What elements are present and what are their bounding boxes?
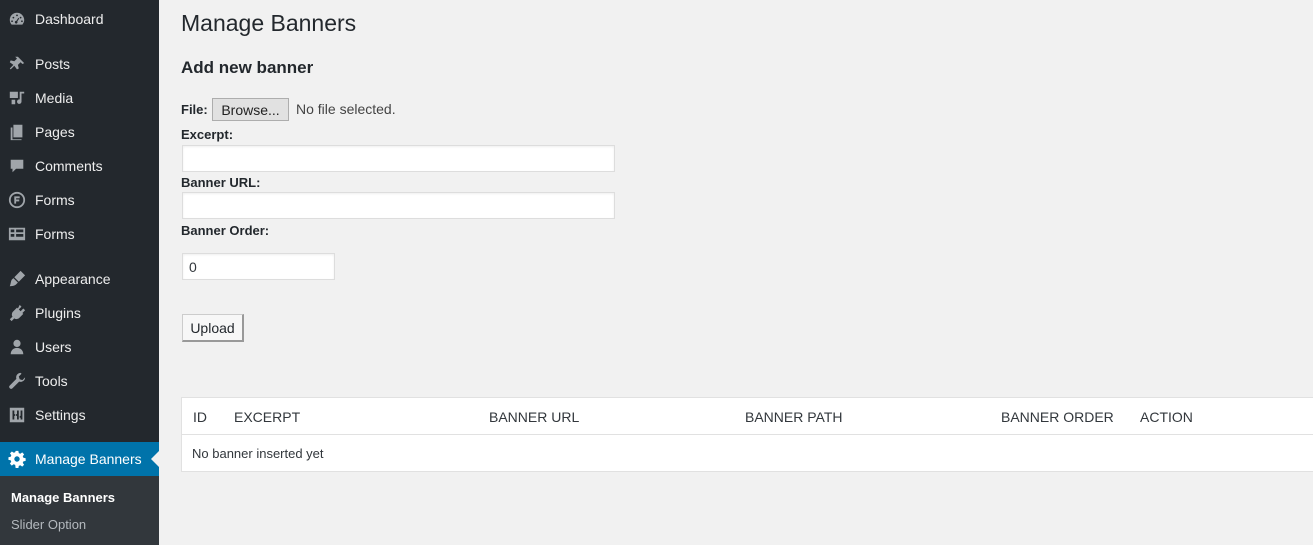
sidebar-item-forms-list[interactable]: Forms	[0, 217, 159, 251]
banner-url-input[interactable]	[182, 192, 615, 219]
sidebar-item-settings[interactable]: Settings	[0, 398, 159, 432]
comment-icon	[7, 156, 27, 176]
excerpt-input[interactable]	[182, 145, 615, 172]
page-title: Manage Banners	[181, 10, 357, 36]
column-header-banner-url: BANNER URL	[489, 409, 580, 425]
sidebar-item-label: Tools	[35, 373, 68, 389]
empty-table-message: No banner inserted yet	[192, 446, 324, 461]
sidebar-item-users[interactable]: Users	[0, 330, 159, 364]
banner-table: ID EXCERPT BANNER URL BANNER PATH BANNER…	[181, 397, 1313, 472]
sidebar-item-manage-banners[interactable]: Manage Banners	[0, 442, 159, 476]
column-header-banner-path: BANNER PATH	[745, 409, 843, 425]
wrench-icon	[7, 371, 27, 391]
sidebar-item-label: Media	[35, 90, 74, 106]
sidebar-item-forms[interactable]: Forms	[0, 183, 159, 217]
banner-url-label: Banner URL:	[181, 175, 261, 190]
sidebar-item-label: Appearance	[35, 271, 111, 287]
pages-icon	[7, 122, 27, 142]
browse-button[interactable]: Browse...	[212, 98, 289, 121]
banner-order-input[interactable]	[182, 253, 335, 280]
user-icon	[7, 337, 27, 357]
sidebar-item-label: Manage Banners	[35, 451, 142, 467]
pin-icon	[7, 54, 27, 74]
plug-icon	[7, 303, 27, 323]
brush-icon	[7, 269, 27, 289]
sidebar-item-label: Forms	[35, 226, 75, 242]
sidebar-item-label: Comments	[35, 158, 103, 174]
forms-list-icon	[7, 224, 27, 244]
sidebar-item-tools[interactable]: Tools	[0, 364, 159, 398]
sidebar-item-dashboard[interactable]: Dashboard	[0, 2, 159, 36]
forms-circle-icon	[7, 190, 27, 210]
excerpt-label: Excerpt:	[181, 127, 234, 142]
sidebar-item-label: Forms	[35, 192, 75, 208]
submenu-item-slider-option[interactable]: Slider Option	[11, 517, 86, 532]
table-header: ID EXCERPT BANNER URL BANNER PATH BANNER…	[182, 398, 1313, 435]
sidebar-item-label: Users	[35, 339, 72, 355]
column-header-excerpt: EXCERPT	[234, 409, 301, 425]
column-header-action: ACTION	[1140, 409, 1193, 425]
file-status: No file selected.	[296, 101, 396, 117]
column-header-id: ID	[193, 409, 207, 425]
banner-order-label: Banner Order:	[181, 223, 270, 238]
admin-sidebar: Dashboard Posts Media Pages Comments For…	[0, 0, 159, 545]
submenu-item-manage-banners[interactable]: Manage Banners	[11, 490, 115, 505]
sidebar-item-posts[interactable]: Posts	[0, 47, 159, 81]
sidebar-item-label: Pages	[35, 124, 75, 140]
column-header-banner-order: BANNER ORDER	[1001, 409, 1114, 425]
sidebar-item-label: Plugins	[35, 305, 81, 321]
sidebar-item-pages[interactable]: Pages	[0, 115, 159, 149]
upload-button[interactable]: Upload	[182, 314, 244, 342]
section-title: Add new banner	[181, 58, 314, 77]
sidebar-item-appearance[interactable]: Appearance	[0, 262, 159, 296]
sidebar-item-comments[interactable]: Comments	[0, 149, 159, 183]
file-label: File:	[181, 102, 208, 117]
sidebar-item-label: Settings	[35, 407, 86, 423]
sidebar-submenu: Manage Banners Slider Option	[0, 476, 159, 545]
sidebar-item-label: Dashboard	[35, 11, 104, 27]
dashboard-icon	[7, 9, 27, 29]
media-icon	[7, 88, 27, 108]
sliders-icon	[7, 405, 27, 425]
gear-icon	[7, 449, 27, 469]
sidebar-item-media[interactable]: Media	[0, 81, 159, 115]
sidebar-item-plugins[interactable]: Plugins	[0, 296, 159, 330]
sidebar-item-label: Posts	[35, 56, 71, 72]
